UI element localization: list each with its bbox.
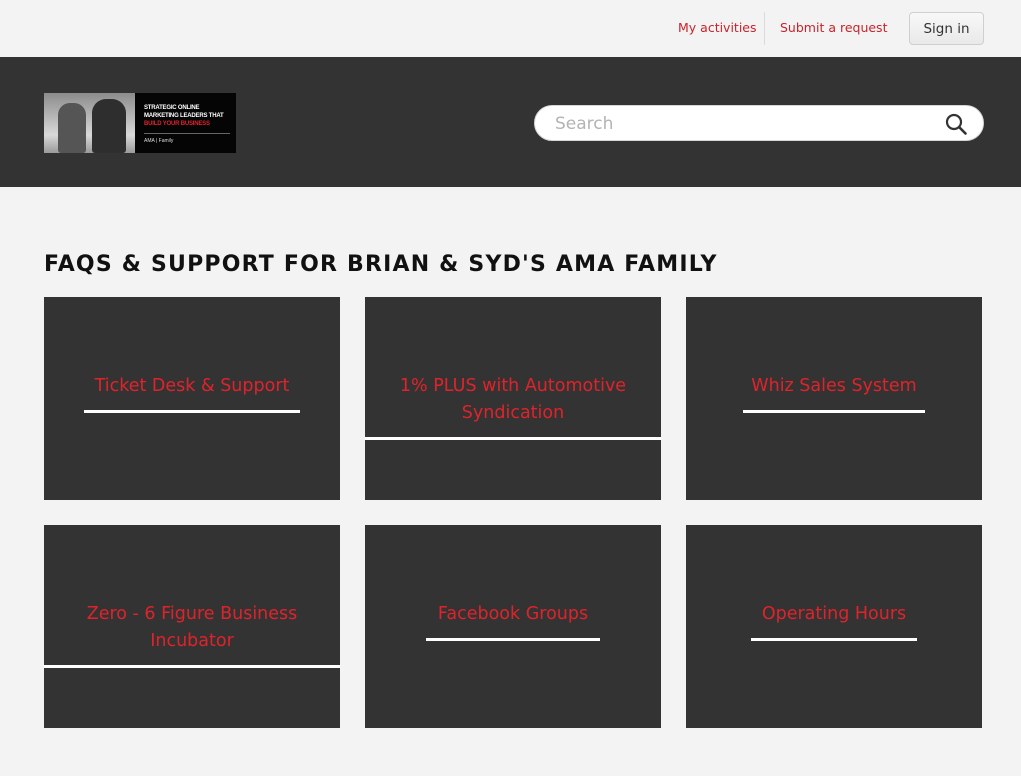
top-bar: My activities Submit a request Sign in (0, 0, 1021, 57)
search-input[interactable] (555, 111, 935, 137)
category-card-ticket-desk[interactable]: Ticket Desk & Support (44, 297, 340, 500)
category-card-business-incubator[interactable]: Zero - 6 Figure Business Incubator (44, 525, 340, 728)
category-card-underline (751, 638, 917, 641)
category-card-underline (743, 410, 925, 413)
category-card-label: Whiz Sales System (751, 376, 917, 396)
category-card-one-percent-plus[interactable]: 1% PLUS with Automotive Syndication (365, 297, 661, 500)
submit-request-link[interactable]: Submit a request (780, 20, 887, 35)
category-card-label: Ticket Desk & Support (94, 376, 290, 396)
logo-tagline-line3: BUILD YOUR BUSINESS (144, 121, 210, 127)
category-card-label: 1% PLUS with Automotive Syndication (399, 376, 627, 423)
sign-in-button[interactable]: Sign in (909, 12, 984, 45)
logo-photo (44, 93, 135, 153)
brand-logo[interactable]: STRATEGIC ONLINE MARKETING LEADERS THAT … (44, 93, 236, 153)
page-title: FAQS & SUPPORT FOR BRIAN & SYD'S AMA FAM… (44, 252, 718, 277)
divider (764, 12, 765, 45)
category-card-underline (365, 437, 661, 440)
my-activities-link[interactable]: My activities (678, 20, 757, 35)
category-card-whiz-sales[interactable]: Whiz Sales System (686, 297, 982, 500)
logo-tagline: STRATEGIC ONLINE MARKETING LEADERS THAT … (144, 104, 224, 128)
logo-tagline-line1: STRATEGIC ONLINE (144, 105, 200, 111)
category-card-label: Zero - 6 Figure Business Incubator (86, 604, 298, 651)
person-silhouette (92, 99, 126, 153)
logo-rule (144, 133, 230, 134)
category-card-underline (84, 410, 300, 413)
category-card-underline (44, 665, 340, 668)
category-card-label: Operating Hours (761, 604, 907, 624)
header: STRATEGIC ONLINE MARKETING LEADERS THAT … (0, 57, 1021, 187)
category-card-underline (426, 638, 600, 641)
category-card-label: Facebook Groups (437, 604, 589, 624)
category-card-operating-hours[interactable]: Operating Hours (686, 525, 982, 728)
logo-tagline-line2: MARKETING LEADERS THAT (144, 113, 224, 119)
logo-small-text: AMA | Family (144, 138, 174, 144)
search-icon[interactable] (945, 113, 967, 135)
category-card-facebook-groups[interactable]: Facebook Groups (365, 525, 661, 728)
search-box (534, 105, 984, 141)
person-silhouette (58, 103, 86, 153)
